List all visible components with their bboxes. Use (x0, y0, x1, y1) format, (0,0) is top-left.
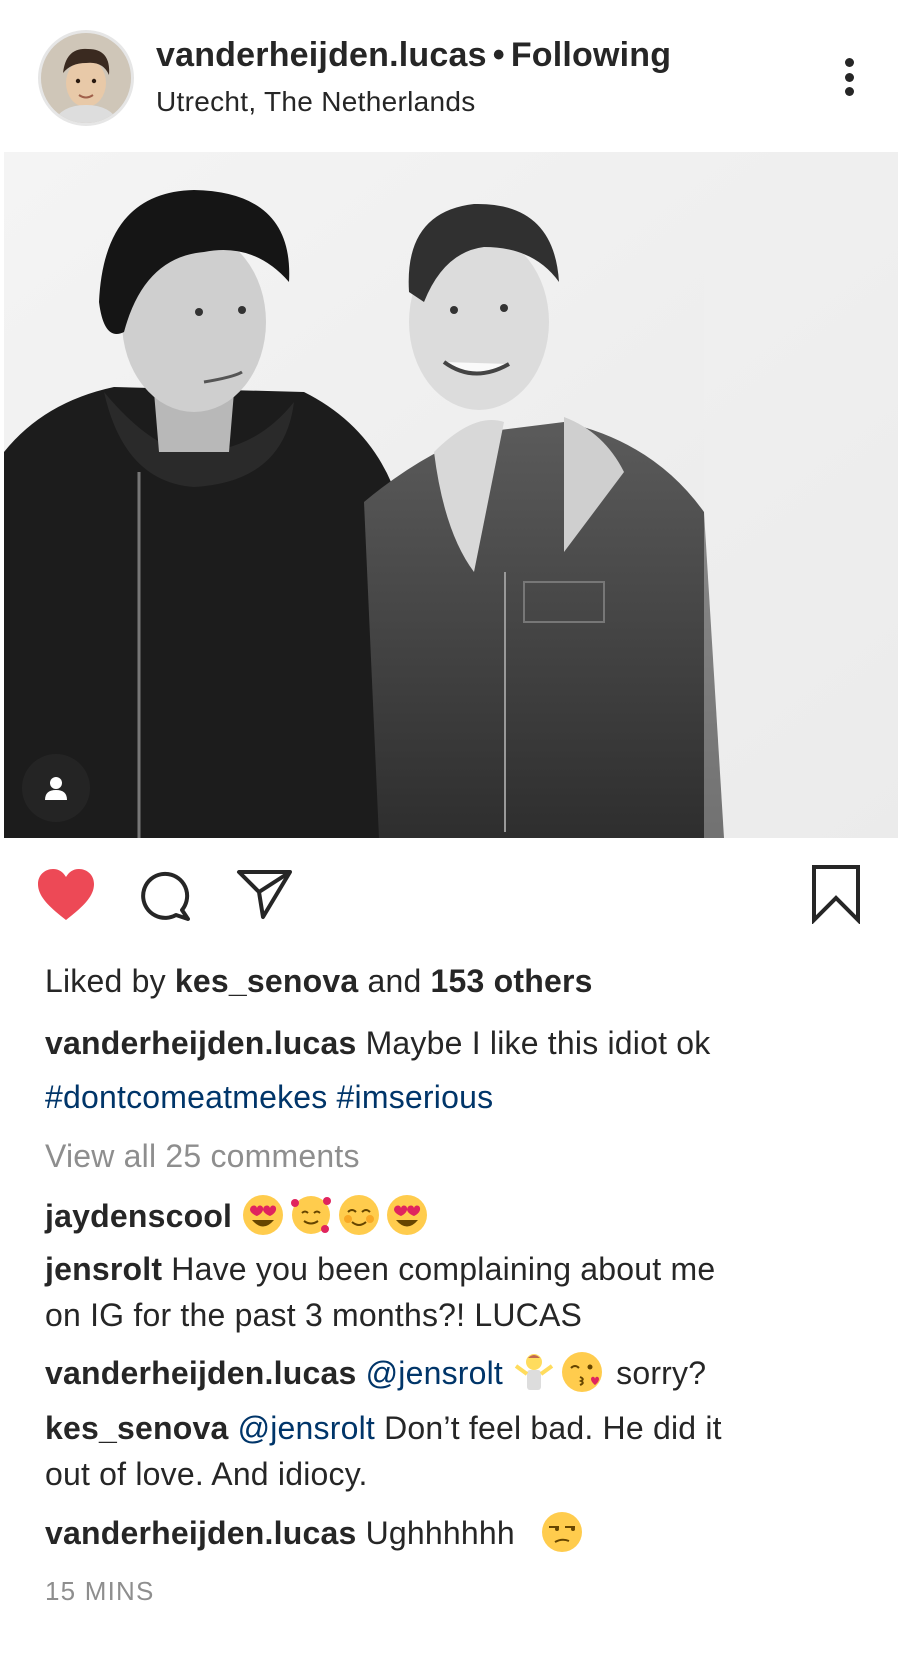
following-button[interactable]: Following (511, 36, 671, 74)
heart-icon (38, 869, 94, 920)
username-link[interactable]: vanderheijden.lucas (156, 36, 487, 74)
comment-item: kes_senova @jensrolt Don’t feel bad. He … (45, 1405, 865, 1451)
save-button[interactable] (810, 864, 862, 929)
comment-button[interactable] (138, 868, 194, 927)
post-photo[interactable] (4, 152, 898, 838)
view-all-comments-link[interactable]: View all 25 comments (45, 1133, 865, 1179)
comment-username[interactable]: jaydenscool (45, 1198, 232, 1234)
comment-item: jensrolt Have you been complaining about… (45, 1246, 865, 1292)
comment-mention[interactable]: @jensrolt (238, 1410, 375, 1446)
avatar[interactable] (38, 30, 134, 126)
comment-username[interactable]: jensrolt (45, 1251, 162, 1287)
comment-emoji-text (241, 1194, 433, 1235)
post-timestamp: 15 MINS (45, 1576, 155, 1606)
likes-and: and (367, 963, 422, 999)
caption-text: Maybe I like this idiot ok (365, 1025, 711, 1061)
caption: vanderheijden.lucas Maybe I like this id… (45, 1020, 865, 1066)
likes-count[interactable]: 153 others (431, 963, 593, 999)
comment-username[interactable]: vanderheijden.lucas (45, 1515, 356, 1551)
liker-username[interactable]: kes_senova (175, 963, 358, 999)
heart-eyes-emoji-icon (241, 1193, 285, 1237)
shrug-emoji-icon (512, 1350, 556, 1394)
location-link[interactable]: Utrecht, The Netherlands (156, 86, 476, 118)
bookmark-icon (812, 865, 860, 925)
kissing-heart-emoji-icon (560, 1350, 604, 1394)
comment-item: vanderheijden.lucas Ughhhhhh (45, 1510, 865, 1556)
tag-people-button[interactable] (22, 754, 90, 822)
smiling-hearts-emoji-icon (289, 1193, 333, 1237)
comment-username[interactable]: vanderheijden.lucas (45, 1355, 356, 1391)
comment-text: Have you been complaining about me (171, 1251, 716, 1287)
like-button[interactable] (36, 868, 96, 927)
caption-hashtags[interactable]: #dontcomeatmekes #imserious (45, 1074, 865, 1120)
more-options-icon[interactable] (834, 52, 864, 102)
unamused-emoji-icon (540, 1510, 584, 1554)
comment-icon (141, 871, 190, 921)
instagram-post: vanderheijden.lucas • Following Utrecht, T… (0, 0, 900, 1665)
person-icon (45, 777, 67, 800)
caption-username[interactable]: vanderheijden.lucas (45, 1025, 356, 1061)
heart-eyes-emoji-icon (385, 1193, 429, 1237)
comment-text-continued: out of love. And idiocy. (45, 1456, 368, 1492)
likes-summary: Liked by kes_senova and 153 others (45, 958, 865, 1004)
separator-dot: • (492, 36, 505, 74)
post-header: vanderheijden.lucas • Following Utrecht, T… (0, 0, 900, 152)
send-icon (237, 870, 292, 919)
comment-item: vanderheijden.lucas @jensrolt sorry? (45, 1350, 865, 1396)
comment-item: jaydenscool (45, 1193, 865, 1239)
username-line: vanderheijden.lucas • Following (156, 36, 671, 75)
comment-text: sorry? (616, 1355, 707, 1391)
comment-text-continued: on IG for the past 3 months?! LUCAS (45, 1297, 583, 1333)
comment-text: Don’t feel bad. He did it (384, 1410, 722, 1446)
comment-username[interactable]: kes_senova (45, 1410, 228, 1446)
blushing-smile-emoji-icon (337, 1193, 381, 1237)
share-button[interactable] (236, 868, 294, 925)
comment-text: Ughhhhhh (365, 1515, 515, 1551)
action-bar (0, 860, 900, 932)
likes-prefix: Liked by (45, 963, 166, 999)
comment-mention[interactable]: @jensrolt (366, 1355, 503, 1391)
